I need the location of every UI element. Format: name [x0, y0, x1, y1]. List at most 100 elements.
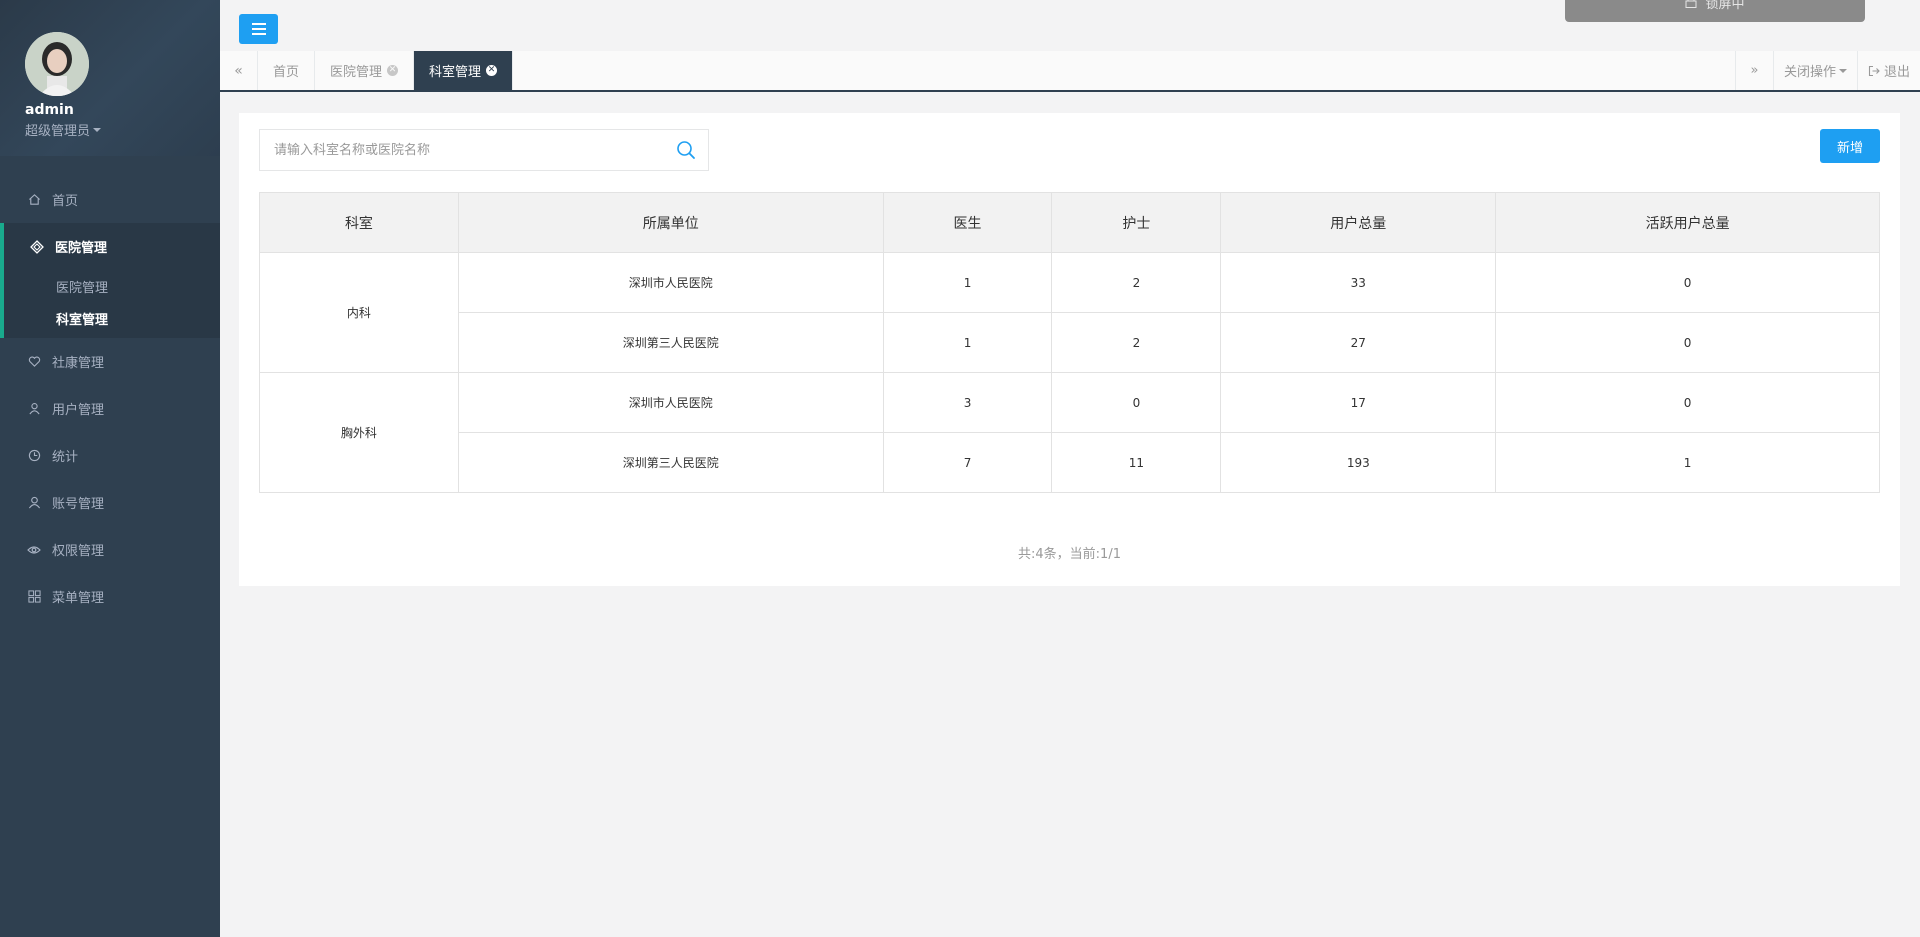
doctors-cell: 7 — [882, 432, 1053, 493]
close-operations-label: 关闭操作 — [1783, 65, 1836, 80]
sidebar-item-home[interactable]: 首页 — [0, 176, 220, 223]
column-header-unit: 所属单位 — [457, 192, 884, 253]
close-operations-dropdown[interactable]: 关闭操作 — [1772, 51, 1857, 90]
table-header-row: 科室 所属单位 医生 护士 用户总量 活跃用户总量 — [259, 192, 1880, 253]
sidebar-group-hospital: 医院管理 医院管理 科室管理 — [0, 223, 220, 338]
sidebar-item-menus[interactable]: 菜单管理 — [0, 573, 220, 620]
tab-bar-actions: » 关闭操作 退出 — [1734, 51, 1920, 90]
department-cell: 内科 — [259, 252, 459, 373]
tab-home[interactable]: 首页 — [258, 51, 316, 90]
total-users-cell: 33 — [1220, 252, 1497, 313]
lock-screen-label: 锁屏中 — [1705, 0, 1745, 12]
double-chevron-right-icon: » — [1750, 63, 1759, 78]
sidebar-item-users[interactable]: 用户管理 — [0, 385, 220, 432]
nurses-cell: 0 — [1051, 372, 1222, 433]
hamburger-icon — [251, 23, 266, 35]
sidebar-item-label: 菜单管理 — [52, 591, 105, 606]
user-profile: admin 超级管理员 — [0, 0, 220, 156]
table-row: 胸外科 深圳市人民医院 3 0 1 7 0 — [259, 372, 1880, 493]
tab-bar: « 首页 医院管理 ✕ 科室管理 ✕ » 关闭操作 退出 — [220, 51, 1920, 92]
grid-icon — [27, 590, 41, 604]
table-row: 内科 深圳市人民医院 1 2 33 0 — [259, 252, 1880, 373]
sidebar-item-community-health[interactable]: 社康管理 — [0, 338, 220, 385]
unit-cell: 深圳第三人民医院 — [457, 432, 884, 493]
search-input[interactable] — [260, 130, 664, 170]
tab-label: 首页 — [273, 65, 300, 80]
doctors-cell: 1 — [882, 252, 1053, 313]
top-bar: 锁屏中 — [220, 0, 1920, 50]
active-users-cell: 0 — [1495, 252, 1880, 313]
lock-icon — [1685, 0, 1697, 12]
active-users-cell: 0 — [1495, 312, 1880, 373]
nurses-cell: 2 — [1051, 252, 1222, 313]
user-role-label: 超级管理员 — [25, 124, 91, 139]
sidebar-nav: 首页 医院管理 医院管理 科室管理 社康管理 用户管理 统计 账号管理 权限管理… — [0, 176, 220, 620]
tab-department-manage[interactable]: 科室管理 ✕ — [414, 51, 514, 90]
diamond-icon — [30, 239, 44, 254]
home-icon — [27, 193, 41, 207]
column-header-doctors: 医生 — [882, 192, 1053, 253]
sidebar-subitem-department-manage[interactable]: 科室管理 — [4, 302, 220, 334]
sidebar-item-permissions[interactable]: 权限管理 — [0, 526, 220, 573]
tab-scroll-right-button[interactable]: » — [1734, 51, 1773, 90]
user-icon — [27, 402, 41, 416]
tab-hospital-manage[interactable]: 医院管理 ✕ — [315, 51, 415, 90]
avatar[interactable] — [25, 32, 89, 96]
sidebar-subitem-hospital-manage[interactable]: 医院管理 — [4, 270, 220, 302]
search-box — [259, 129, 709, 171]
sidebar-item-label: 用户管理 — [52, 403, 105, 418]
pagination-info: 共:4条，当前:1/1 — [1018, 547, 1121, 562]
doctors-cell: 3 — [882, 372, 1053, 433]
logout-icon — [1868, 65, 1880, 77]
tab-scroll-left-button[interactable]: « — [220, 51, 258, 90]
department-cell: 胸外科 — [259, 372, 459, 493]
logout-button[interactable]: 退出 — [1856, 51, 1920, 90]
sidebar: admin 超级管理员 首页 医院管理 医院管理 科室管理 社康管理 用户管理 … — [0, 0, 220, 937]
sidebar-item-label: 权限管理 — [52, 544, 105, 559]
sidebar-item-label: 账号管理 — [52, 497, 105, 512]
unit-cell: 深圳市人民医院 — [457, 372, 884, 433]
account-icon — [27, 496, 41, 510]
user-role-dropdown[interactable]: 超级管理员 — [25, 120, 220, 139]
menu-toggle-button[interactable] — [239, 14, 278, 44]
logout-label: 退出 — [1883, 65, 1910, 80]
double-chevron-left-icon: « — [234, 62, 243, 79]
sidebar-item-label: 首页 — [52, 194, 79, 209]
heart-icon — [27, 355, 41, 369]
tab-close-icon[interactable]: ✕ — [387, 65, 399, 76]
sidebar-subitem-label: 医院管理 — [56, 280, 109, 296]
total-users-cell: 193 — [1220, 432, 1497, 493]
sidebar-item-accounts[interactable]: 账号管理 — [0, 479, 220, 526]
sidebar-item-hospital[interactable]: 医院管理 — [4, 223, 220, 270]
user-name: admin — [25, 102, 74, 118]
caret-down-icon — [93, 127, 102, 132]
lock-screen-indicator[interactable]: 锁屏中 — [1565, 0, 1865, 22]
active-users-cell: 0 — [1495, 372, 1880, 433]
nurses-cell: 11 — [1051, 432, 1222, 493]
caret-down-icon — [1838, 68, 1847, 73]
sidebar-item-label: 社康管理 — [52, 356, 105, 371]
tab-close-icon[interactable]: ✕ — [486, 65, 498, 76]
sidebar-item-label: 统计 — [52, 450, 79, 465]
nurses-cell: 2 — [1051, 312, 1222, 373]
table-row: 深圳第三人民医院 7 11 193 1 — [260, 432, 1880, 493]
column-header-nurses: 护士 — [1051, 192, 1222, 253]
active-users-cell: 1 — [1495, 432, 1880, 493]
main-area: 锁屏中 « 首页 医院管理 ✕ 科室管理 ✕ » 关闭操作 退出 请输入科室名称… — [220, 0, 1920, 937]
column-header-total-users: 用户总量 — [1220, 192, 1497, 253]
eye-icon — [27, 543, 41, 557]
clock-icon — [27, 449, 41, 463]
tab-label: 科室管理 — [429, 65, 482, 80]
total-users-cell: 27 — [1220, 312, 1497, 373]
column-header-active-users: 活跃用户总量 — [1495, 192, 1880, 253]
department-table: 科室 所属单位 医生 护士 用户总量 活跃用户总量 内科 深圳市人民医院 1 2… — [259, 192, 1880, 493]
add-button[interactable]: 新增 — [1820, 129, 1880, 163]
sidebar-item-statistics[interactable]: 统计 — [0, 432, 220, 479]
sidebar-subitem-label: 科室管理 — [56, 312, 109, 328]
content-panel: 新增 科室 所属单位 医生 护士 用户总量 活跃用户总量 内科 深圳市人民医院 — [239, 113, 1900, 586]
search-icon[interactable] — [664, 130, 708, 170]
table-row: 深圳第三人民医院 1 2 27 0 — [260, 312, 1880, 373]
unit-cell: 深圳市人民医院 — [457, 252, 884, 313]
sidebar-item-label: 医院管理 — [55, 241, 108, 256]
tab-label: 医院管理 — [330, 65, 383, 80]
